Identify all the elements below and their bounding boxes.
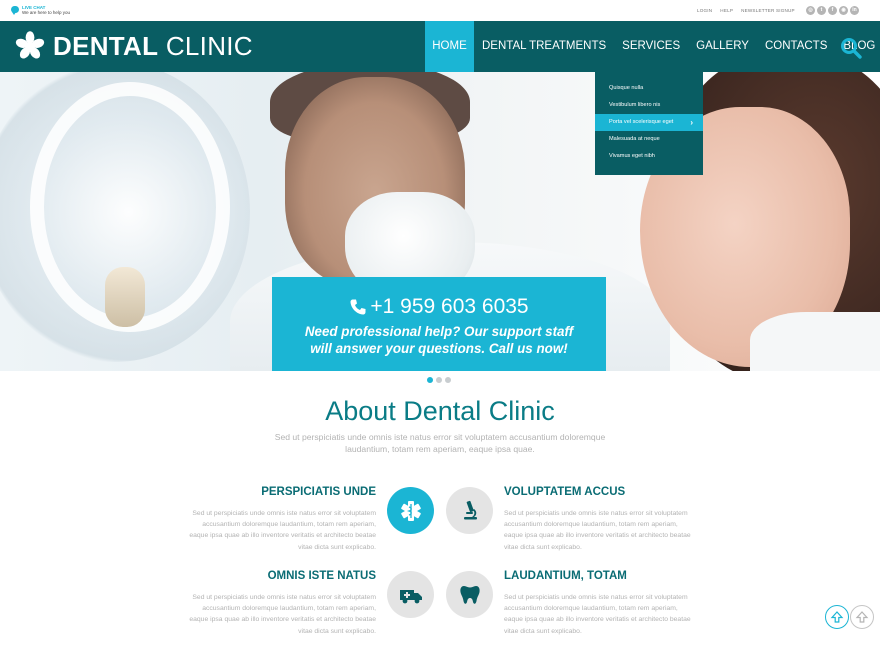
- scroll-top-button[interactable]: [850, 605, 874, 629]
- phone-number-row[interactable]: +1 959 603 6035: [272, 295, 606, 319]
- nav-home[interactable]: HOME: [425, 21, 474, 72]
- main-header: DENTAL CLINIC HOME DENTAL TREATMENTS SER…: [0, 21, 880, 72]
- feature-text: Sed ut perspiciatis unde omnis iste natu…: [504, 510, 691, 551]
- patient-collar-image: [750, 312, 880, 371]
- feature-icon-circle[interactable]: [387, 571, 434, 618]
- medical-cross-icon: [400, 500, 421, 521]
- dental-lamp-knob: [105, 267, 145, 327]
- feature-title[interactable]: PERSPICIATIS UNDE: [186, 486, 376, 498]
- call-message: Need professional help? Our support staf…: [304, 324, 574, 356]
- feature-icon-circle[interactable]: [446, 487, 493, 534]
- nav-gallery[interactable]: GALLERY: [688, 21, 757, 72]
- brand-bold: DENTAL: [53, 30, 159, 61]
- site-logo[interactable]: DENTAL CLINIC: [15, 30, 253, 62]
- slider-dot[interactable]: [445, 377, 451, 383]
- services-dropdown: Quisque nulla Vestibulum libero nis Port…: [595, 72, 703, 175]
- arrow-up-icon: [830, 611, 844, 623]
- brand-name: DENTAL CLINIC: [53, 31, 253, 62]
- social-links: ◎ t f ◉ in: [806, 6, 859, 15]
- newsletter-signup-link[interactable]: NEWSLETTER SIGNUP: [741, 8, 795, 13]
- main-nav: HOME DENTAL TREATMENTS SERVICES GALLERY …: [425, 21, 880, 72]
- arrow-up-icon: [855, 611, 869, 623]
- instagram-icon[interactable]: ◎: [806, 6, 815, 15]
- dropdown-item-label: Porta vel scelerisque eget: [609, 119, 674, 125]
- slider-dot[interactable]: [436, 377, 442, 383]
- dropdown-item[interactable]: Malesuada at neque: [595, 131, 703, 148]
- facebook-icon[interactable]: f: [828, 6, 837, 15]
- feature-text: Sed ut perspiciatis unde omnis iste natu…: [504, 594, 691, 635]
- slider-pagination: [427, 377, 451, 383]
- feature-icon-circle[interactable]: [387, 487, 434, 534]
- live-chat-subtitle: We are here to help you: [22, 10, 70, 15]
- tooth-icon: [459, 585, 480, 604]
- about-subtitle: Sed ut perspiciatis unde omnis iste natu…: [274, 432, 606, 454]
- dropdown-item[interactable]: Vivamus eget nibh: [595, 148, 703, 165]
- login-link[interactable]: LOGIN: [697, 8, 712, 13]
- phone-icon: [350, 299, 366, 315]
- linkedin-icon[interactable]: in: [850, 6, 859, 15]
- feature-title[interactable]: LAUDANTIUM, TOTAM: [504, 570, 627, 582]
- dropdown-item[interactable]: Quisque nulla: [595, 80, 703, 97]
- about-title: About Dental Clinic: [325, 396, 555, 426]
- phone-number: +1 959 603 6035: [370, 295, 529, 318]
- live-chat-link[interactable]: LIVE CHAT We are here to help you: [11, 5, 70, 16]
- nav-services[interactable]: SERVICES: [614, 21, 688, 72]
- feature-icon-circle[interactable]: [446, 571, 493, 618]
- search-icon[interactable]: [840, 37, 862, 59]
- feature-text: Sed ut perspiciatis unde omnis iste natu…: [189, 510, 376, 551]
- chevron-right-icon: ›: [690, 118, 693, 127]
- help-link[interactable]: HELP: [720, 8, 733, 13]
- tooth-asterisk-logo-icon: [15, 31, 45, 59]
- slider-dot-active[interactable]: [427, 377, 433, 383]
- brand-light: CLINIC: [165, 30, 253, 61]
- top-links: LOGIN HELP NEWSLETTER SIGNUP: [697, 8, 795, 13]
- top-utility-bar: LIVE CHAT We are here to help you LOGIN …: [0, 0, 880, 21]
- scroll-up-button[interactable]: [825, 605, 849, 629]
- feature-text: Sed ut perspiciatis unde omnis iste natu…: [189, 594, 376, 635]
- dropdown-item-active[interactable]: Porta vel scelerisque eget ›: [595, 114, 703, 131]
- ambulance-icon: [399, 589, 422, 603]
- feature-title[interactable]: VOLUPTATEM ACCUS: [504, 486, 625, 498]
- dropdown-item[interactable]: Vestibulum libero nis: [595, 97, 703, 114]
- microscope-icon: [463, 500, 477, 519]
- page: LIVE CHAT We are here to help you LOGIN …: [0, 0, 880, 660]
- twitter-icon[interactable]: t: [817, 6, 826, 15]
- nav-contacts[interactable]: CONTACTS: [757, 21, 835, 72]
- call-to-action-box: +1 959 603 6035 Need professional help? …: [272, 277, 606, 371]
- feature-title[interactable]: OMNIS ISTE NATUS: [186, 570, 376, 582]
- chat-bubble-icon: [11, 6, 19, 15]
- nav-dental-treatments[interactable]: DENTAL TREATMENTS: [474, 21, 614, 72]
- dribbble-icon[interactable]: ◉: [839, 6, 848, 15]
